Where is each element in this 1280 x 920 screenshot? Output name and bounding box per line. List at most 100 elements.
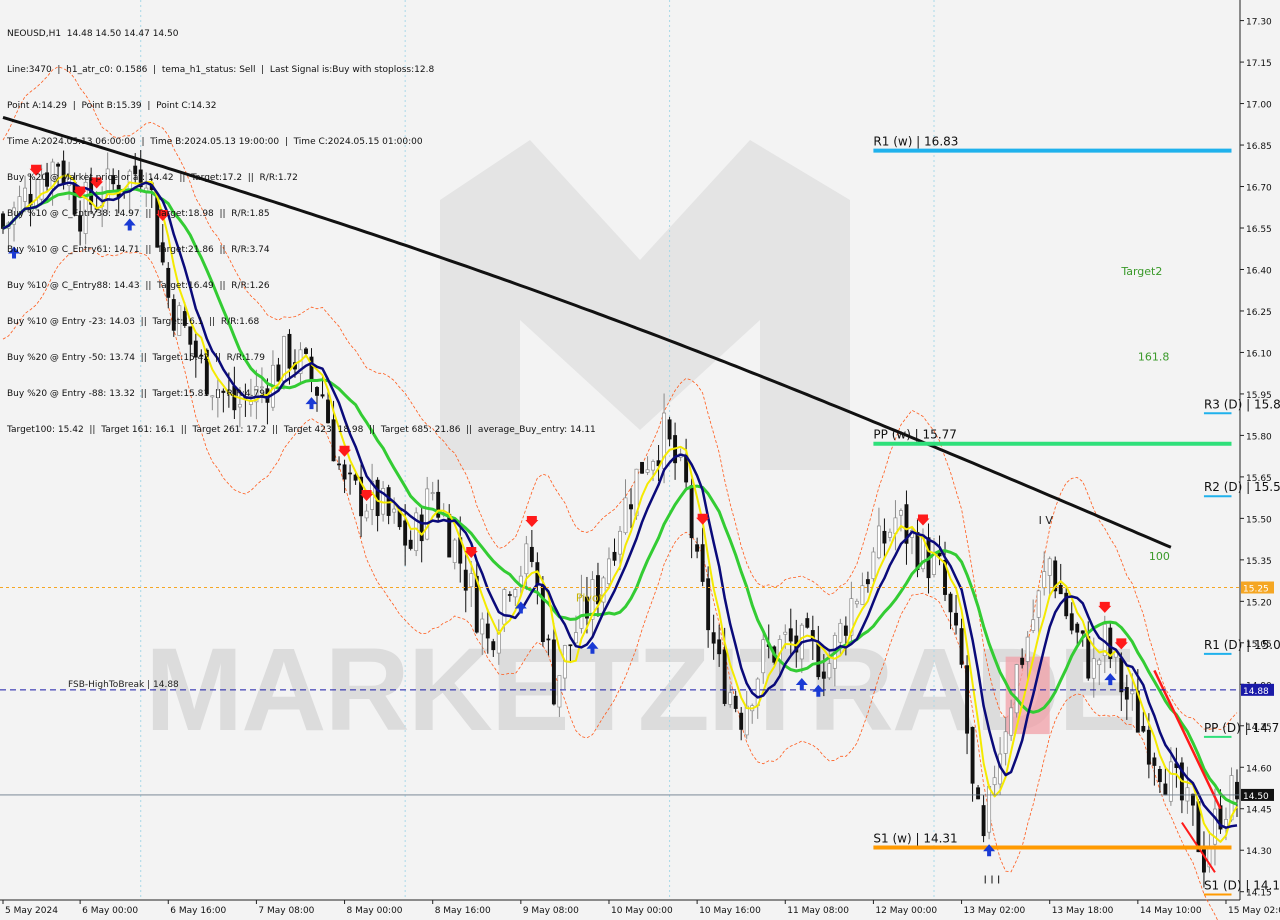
time-tick-label: 8 May 00:00 [347, 906, 403, 916]
candle-body [959, 628, 964, 665]
indicator-info-panel: NEOUSD,H1 14.48 14.50 14.47 14.50 Line:3… [7, 4, 596, 460]
price-tick-label: 16.25 [1246, 308, 1272, 318]
candle-body [744, 705, 749, 736]
candle-body [337, 463, 341, 466]
candle [414, 507, 419, 557]
price-tick-label: 15.50 [1246, 515, 1272, 525]
candle-body [1009, 707, 1014, 736]
candle-body [937, 552, 942, 557]
price-box-label: 15.25 [1243, 585, 1269, 595]
info-line: Buy %10 @ C_Entry38: 14.97 || Target:18.… [7, 209, 270, 219]
info-line: Target100: 15.42 || Target 161: 16.1 || … [7, 425, 596, 435]
price-tick-label: 16.85 [1246, 142, 1272, 152]
time-tick-label: 9 May 08:00 [523, 906, 579, 916]
info-line: Point A:14.29 | Point B:15.39 | Point C:… [7, 101, 217, 111]
candle-body [1097, 659, 1102, 666]
info-line: Buy %20 @ Entry -88: 13.32 || Target:15.… [7, 389, 265, 399]
candle-body [689, 485, 694, 539]
candle-body [783, 631, 788, 635]
candle-body [700, 544, 705, 582]
candle-body [981, 805, 986, 837]
candle-body [629, 504, 633, 510]
time-tick-label: 14 May 10:00 [1140, 906, 1202, 916]
candle-body [788, 628, 793, 642]
candle-body [1146, 729, 1151, 765]
candle-body [827, 663, 832, 679]
candle-body [876, 525, 881, 559]
candle-body [507, 594, 512, 596]
candle-body [733, 695, 738, 709]
price-tick-label: 15.05 [1246, 640, 1272, 650]
candle-body [887, 531, 892, 538]
price-tick-label: 15.20 [1246, 598, 1272, 608]
candle-body [854, 600, 859, 605]
candle-body [915, 532, 920, 571]
candle-body [546, 638, 551, 641]
candle-body [524, 543, 529, 575]
price-scale-background [1240, 0, 1280, 920]
candle-body [1031, 619, 1036, 631]
chart-window: MARKETZITRADE FSB-HighToBreak | 14.88 R1 (… [0, 0, 1280, 920]
time-tick-label: 11 May 08:00 [787, 906, 849, 916]
candle-body [392, 508, 397, 513]
candle-body [425, 488, 430, 540]
time-tick-label: 13 May 18:00 [1052, 906, 1114, 916]
candle-body [965, 665, 970, 734]
candle-body [1014, 664, 1019, 714]
price-tick-label: 14.45 [1246, 806, 1272, 816]
candle-body [348, 472, 353, 475]
candle [640, 461, 644, 474]
fsb-label: FSB-HighToBreak | 14.88 [68, 680, 179, 690]
candle-body [430, 492, 435, 494]
candle-body [1025, 636, 1030, 662]
candle-body [612, 551, 617, 561]
price-tick-label: 15.80 [1246, 432, 1272, 442]
price-tick-label: 16.10 [1246, 349, 1272, 359]
info-line: Buy %20 @ Market price or at: 14.42 || T… [7, 173, 298, 183]
price-tick-label: 14.15 [1246, 889, 1272, 899]
candle-body [1086, 636, 1091, 679]
candle-body [364, 510, 369, 519]
candle-body [573, 632, 578, 644]
candle-body [491, 641, 496, 651]
candle-body [882, 530, 887, 544]
candle-body [1080, 630, 1085, 634]
info-line: Buy %20 @ Entry -50: 13.74 || Target:15.… [7, 353, 265, 363]
candle-body [711, 632, 716, 644]
annotation-text: I I I [984, 873, 1001, 886]
time-tick-label: 12 May 00:00 [875, 906, 937, 916]
annotation-text: Target2 [1120, 265, 1162, 278]
candle-body [607, 558, 611, 584]
candle-body [568, 644, 573, 647]
info-line: Buy %10 @ Entry -23: 14.03 || Target:16.… [7, 317, 260, 327]
candle-body [1163, 783, 1168, 796]
candle [987, 784, 992, 840]
time-tick-label: 10 May 16:00 [699, 906, 761, 916]
candle-body [1201, 847, 1206, 873]
price-tick-label: 17.30 [1246, 18, 1272, 28]
info-line: Buy %10 @ C_Entry88: 14.43 || Target:16.… [7, 281, 270, 291]
time-tick-label: 6 May 00:00 [82, 906, 138, 916]
time-tick-label: 6 May 16:00 [170, 906, 226, 916]
candle-body [667, 419, 672, 440]
price-tick-label: 14.60 [1246, 764, 1272, 774]
dashed-level-box: 15.25 [1241, 581, 1274, 595]
price-tick-label: 16.40 [1246, 266, 1272, 276]
candle-body [1235, 781, 1239, 800]
candle-body [1141, 725, 1146, 732]
candle-body [728, 692, 733, 705]
candle-body [1036, 590, 1041, 618]
price-tick-label: 17.15 [1246, 59, 1272, 69]
candle-body [805, 618, 810, 628]
candle-body [480, 618, 485, 635]
candle-body [954, 612, 958, 626]
info-line: Line:3470 | h1_atr_c0: 0.1586 | tema_h1_… [7, 65, 435, 75]
candle-body [623, 497, 628, 534]
candle-body [540, 584, 545, 642]
price-box-label: 14.50 [1243, 792, 1269, 802]
candle-body [502, 589, 507, 625]
candle-body [706, 578, 711, 631]
candle-body [1047, 558, 1052, 576]
candle-body [651, 461, 656, 471]
candle-body [342, 464, 347, 480]
